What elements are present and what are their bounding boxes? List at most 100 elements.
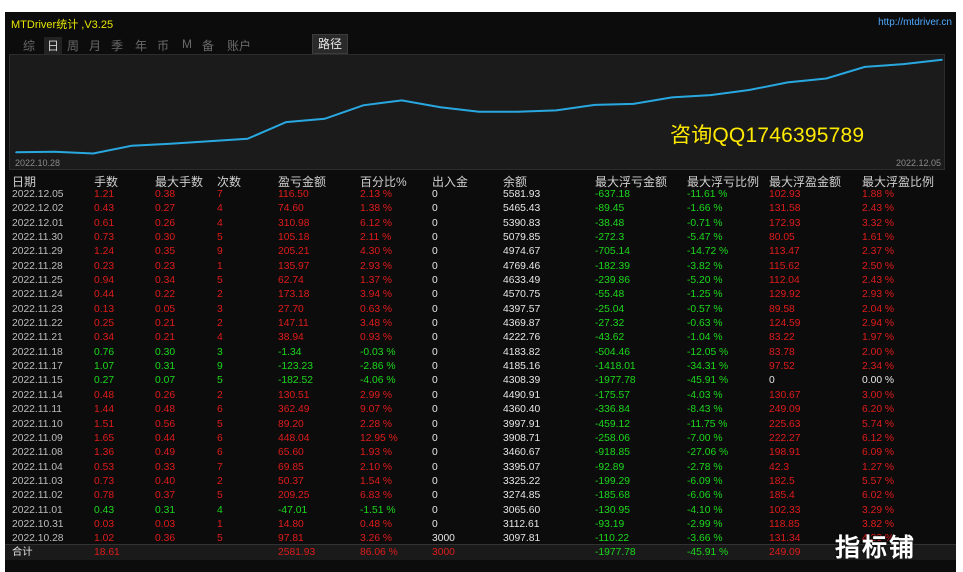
cell-bal: 4360.40 [503, 404, 541, 416]
cell-mfl: -637.18 [595, 189, 630, 200]
tab-0[interactable]: 综 [23, 37, 35, 54]
table-row[interactable]: 2022.11.14 0.48 0.26 2 130.51 2.99 % 0 4490.91 -… [5, 389, 956, 403]
balance-point [632, 103, 635, 105]
cell-pct: -0.03 % [360, 346, 396, 358]
table-row[interactable]: 2022.11.17 1.07 0.31 9 -123.23 -2.86 % 0 4185.1… [5, 360, 956, 374]
balance-point [478, 111, 480, 113]
tab-4[interactable]: 季 [111, 37, 123, 54]
cell-pnl: -123.23 [278, 361, 313, 373]
cell-pnl: 105.18 [278, 232, 310, 244]
cell-io: 0 [432, 318, 438, 330]
cell-io: 0 [432, 490, 438, 502]
table-row[interactable]: 2022.11.21 0.34 0.21 4 38.94 0.93 % 0 4222.76 -4… [5, 331, 956, 345]
cell-mfpp: 2.04 % [862, 303, 895, 315]
table-row[interactable]: 2022.11.03 0.73 0.40 2 50.37 1.54 % 0 3325.22 -1… [5, 475, 956, 489]
cell-date: 2022.10.31 [12, 518, 64, 530]
cell-mfpp: 2.43 % [862, 275, 895, 287]
cell-count: 5 [217, 375, 223, 387]
table-row[interactable]: 2022.11.18 0.76 0.30 3 -1.34 -0.03 % 0 4183.82 -… [5, 346, 956, 360]
cell-mfp: 130.67 [769, 389, 801, 401]
balance-point [131, 144, 133, 147]
table-row[interactable]: 2022.11.30 0.73 0.30 5 105.18 2.11 % 0 5079.85 -… [5, 231, 956, 245]
cell-pct: 2.10 % [360, 461, 393, 473]
cell-mfp: 97.52 [769, 361, 795, 373]
cell-count: 3 [217, 303, 223, 315]
cell-mfp: 80.05 [769, 232, 795, 244]
cell-max_lots: 0.22 [155, 289, 176, 301]
cell-mfl: -199.29 [595, 475, 630, 487]
table-row[interactable]: 2022.11.22 0.25 0.21 2 147.11 3.48 % 0 4369.87 -… [5, 317, 956, 331]
table-row[interactable]: 2022.10.31 0.03 0.03 1 14.80 0.48 % 0 3112.61 -9… [5, 518, 956, 532]
tab-6[interactable]: 币 [157, 37, 169, 54]
cell-pct: 1.38 % [360, 203, 393, 215]
table-row[interactable]: 2022.11.25 0.94 0.34 5 62.74 1.37 % 0 4633.49 -2… [5, 274, 956, 288]
cell-mflp: -7.00 % [687, 432, 723, 444]
cell-date: 2022.11.30 [12, 232, 63, 244]
cell-date: 2022.11.18 [12, 346, 63, 358]
total-mflp: -45.91 % [687, 547, 729, 558]
cell-max_lots: 0.31 [155, 361, 176, 373]
cell-date: 2022.11.21 [12, 332, 63, 344]
path-button[interactable]: 路径 [312, 34, 349, 54]
website-link[interactable]: http://mtdriver.cn [878, 17, 952, 28]
balance-point [748, 89, 750, 91]
cell-io: 0 [432, 447, 438, 459]
cell-pct: 2.13 % [360, 189, 393, 200]
cell-mfl: -55.48 [595, 289, 625, 301]
cell-bal: 3997.91 [503, 418, 541, 430]
table-row[interactable]: 2022.11.29 1.24 0.35 9 205.21 4.30 % 0 4974.67 -… [5, 245, 956, 259]
cell-bal: 4185.16 [503, 361, 541, 373]
table-row[interactable]: 2022.11.08 1.36 0.49 6 65.60 1.93 % 0 3460.67 -9… [5, 446, 956, 460]
table-row[interactable]: 2022.12.01 0.61 0.26 4 310.98 6.12 % 0 5390.83 -… [5, 217, 956, 231]
cell-max_lots: 0.07 [155, 375, 176, 387]
tab-2[interactable]: 周 [67, 37, 79, 54]
tab-8[interactable]: 备 [202, 37, 214, 54]
cell-max_lots: 0.03 [155, 518, 176, 530]
cell-mflp: -11.61 % [687, 189, 728, 200]
cell-io: 0 [432, 275, 438, 287]
tab-5[interactable]: 年 [135, 37, 147, 54]
cell-lots: 0.27 [94, 375, 115, 387]
cell-max_lots: 0.21 [155, 332, 176, 344]
tab-3[interactable]: 月 [89, 37, 101, 54]
table-row[interactable]: 2022.11.28 0.23 0.23 1 135.97 2.93 % 0 4769.46 -… [5, 260, 956, 274]
cell-mfpp: 2.37 % [862, 246, 895, 258]
table-row[interactable]: 2022.12.05 1.21 0.38 7 116.50 2.13 % 0 5581.93 -… [5, 188, 956, 202]
cell-count: 5 [217, 490, 223, 502]
tab-1[interactable]: 日 [44, 37, 63, 54]
cell-mfp: 225.63 [769, 418, 801, 430]
table-row[interactable]: 2022.11.10 1.51 0.56 5 89.20 2.28 % 0 3997.91 -4… [5, 418, 956, 432]
cell-max_lots: 0.30 [155, 346, 176, 358]
table-row[interactable]: 2022.11.11 1.44 0.48 6 362.49 9.07 % 0 4360.40 -… [5, 403, 956, 417]
cell-mfl: -43.62 [595, 332, 625, 344]
cell-mfpp: 3.32 % [862, 217, 895, 229]
cell-pct: 3.94 % [360, 289, 393, 301]
balance-point [941, 58, 943, 61]
cell-mflp: -0.57 % [687, 303, 723, 315]
tab-9[interactable]: 账户 [227, 37, 251, 54]
cell-pct: -2.86 % [360, 361, 396, 373]
cell-mfp: 89.58 [769, 303, 795, 315]
table-row[interactable]: 2022.11.15 0.27 0.07 5 -182.52 -4.06 % 0 4308.3… [5, 374, 956, 388]
table-row[interactable]: 2022.11.24 0.44 0.22 2 173.18 3.94 % 0 4570.75 -… [5, 288, 956, 302]
cell-mflp: -1.66 % [687, 203, 723, 215]
cell-mflp: -3.82 % [687, 260, 723, 272]
cell-date: 2022.11.29 [12, 246, 63, 258]
cell-mfpp: 5.74 % [862, 418, 895, 430]
cell-pnl: 69.85 [278, 461, 304, 473]
table-row[interactable]: 2022.11.09 1.65 0.44 6 448.04 12.95 % 0 3908.71… [5, 432, 956, 446]
table-row[interactable]: 2022.11.02 0.78 0.37 5 209.25 6.83 % 0 3274.85 -… [5, 489, 956, 503]
cell-mfl: -130.95 [595, 504, 630, 516]
total-label: 合计 [12, 547, 33, 558]
cell-lots: 0.23 [94, 260, 115, 272]
tab-7[interactable]: M [182, 37, 192, 51]
cell-mfp: 182.5 [769, 475, 795, 487]
cell-mfp: 42.3 [769, 461, 790, 473]
cell-pnl: 38.94 [278, 332, 304, 344]
cell-mfpp: 1.27 % [862, 461, 895, 473]
table-row[interactable]: 2022.12.02 0.43 0.27 4 74.60 1.38 % 0 5465.43 -8… [5, 202, 956, 216]
table-row[interactable]: 2022.11.01 0.43 0.31 4 -47.01 -1.51 % 0 3065.60… [5, 504, 956, 518]
balance-point [864, 66, 866, 68]
table-row[interactable]: 2022.11.23 0.13 0.05 3 27.70 0.63 % 0 4397.57 -2… [5, 303, 956, 317]
table-row[interactable]: 2022.11.04 0.53 0.33 7 69.85 2.10 % 0 3395.07 -9… [5, 461, 956, 475]
